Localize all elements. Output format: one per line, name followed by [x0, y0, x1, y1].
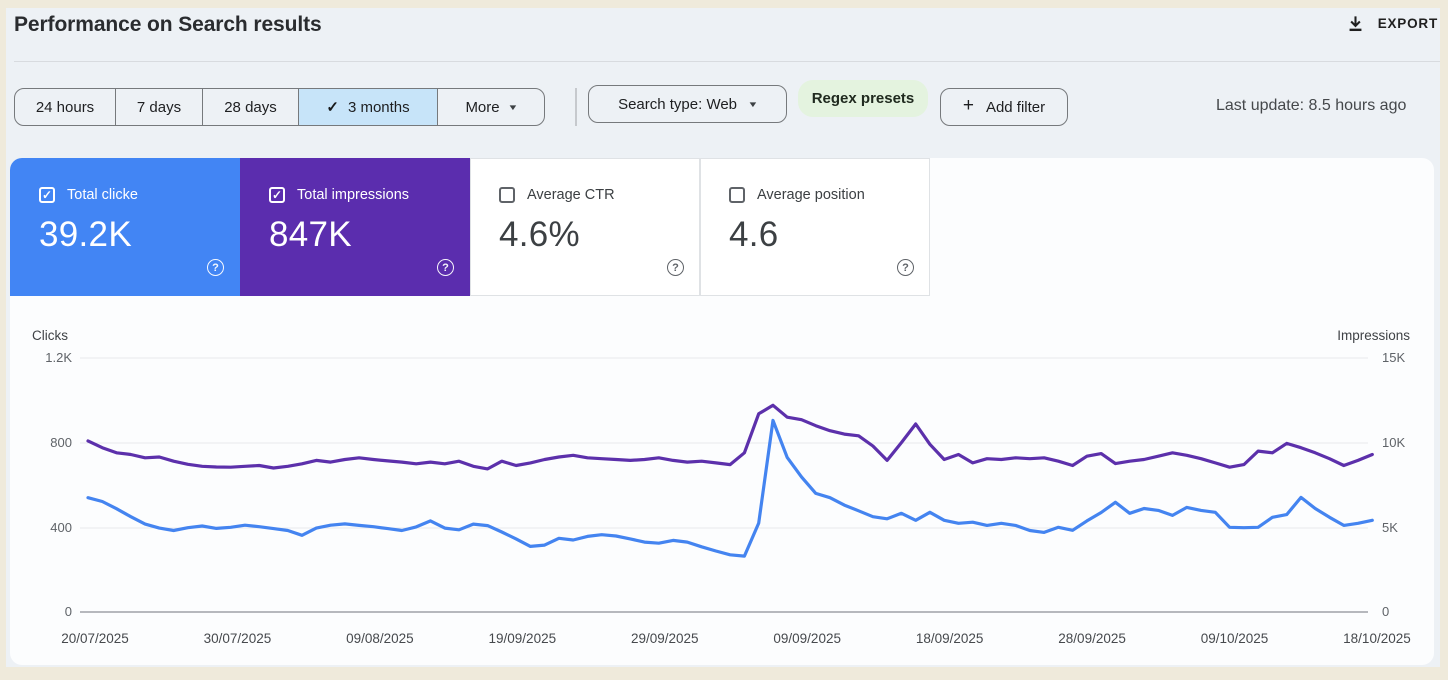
page-title: Performance on Search results [14, 13, 322, 36]
left-axis-tick: 0 [64, 604, 72, 619]
x-axis-tick: 30/07/2025 [203, 631, 272, 646]
regex-presets-label: Regex presets [811, 90, 915, 107]
download-icon [1346, 14, 1365, 33]
date-range-24-hours[interactable]: 24 hours [14, 88, 116, 126]
plus-icon: + [962, 95, 974, 116]
x-axis-tick: 28/09/2025 [1058, 631, 1126, 646]
left-axis-tick: 1.2K [45, 350, 72, 365]
right-axis-tick: 5K [1382, 520, 1398, 535]
chart-canvas[interactable] [10, 158, 1434, 665]
search-type-label: Search type: Web [618, 95, 738, 113]
filter-group-divider [575, 88, 577, 126]
performance-panel: ✓ Total clicke 39.2K? ✓ Total impressions 847… [10, 158, 1434, 665]
left-axis-tick: 800 [50, 435, 72, 450]
search-console-performance-page: { "header": { "title": "Performance on S… [0, 0, 1448, 680]
x-axis-tick: 18/09/2025 [915, 631, 984, 646]
date-range-group: 24 hours 7 days 28 days ✓ 3 months More ▼ [14, 88, 545, 126]
left-axis-tick: 400 [50, 520, 72, 535]
date-range-label: 3 months [347, 98, 410, 116]
chart-gridlines [80, 357, 1368, 613]
right-axis-tick: 10K [1382, 435, 1406, 450]
date-range-label: 28 days [224, 98, 277, 116]
add-filter-label: Add filter [985, 98, 1046, 116]
date-range-3-months[interactable]: ✓ 3 months [298, 88, 438, 126]
x-axis-tick: 19/09/2025 [488, 631, 557, 646]
search-type-dropdown[interactable]: Search type: Web ▼ [588, 85, 787, 123]
date-range-label: 24 hours [35, 98, 95, 116]
chevron-down-icon: ▼ [507, 102, 519, 112]
x-axis-tick: 29/09/2025 [630, 631, 699, 646]
export-label: EXPORT [1377, 16, 1438, 31]
right-axis-tick: 0 [1382, 604, 1390, 619]
x-axis-tick: 09/08/2025 [346, 631, 414, 646]
date-range-28-days[interactable]: 28 days [202, 88, 299, 126]
chevron-down-icon: ▼ [747, 99, 759, 109]
series-line-total-clicks [86, 418, 1374, 558]
regex-presets-button[interactable]: Regex presets [798, 80, 928, 117]
right-axis-tick: 15K [1382, 350, 1406, 365]
date-range-label: More [465, 98, 500, 116]
last-update-text: Last update: 8.5 hours ago [1216, 97, 1407, 114]
x-axis-tick: 09/10/2025 [1200, 631, 1269, 646]
export-button[interactable]: EXPORT [1346, 14, 1438, 33]
x-axis-tick: 09/09/2025 [773, 631, 841, 646]
x-axis-tick: 20/07/2025 [61, 631, 129, 646]
x-axis-tick: 18/10/2025 [1343, 631, 1411, 646]
date-range-more[interactable]: More ▼ [437, 88, 545, 126]
series-line-total-impressions [86, 403, 1374, 471]
date-range-7-days[interactable]: 7 days [115, 88, 203, 126]
checkmark-icon: ✓ [326, 99, 339, 116]
add-filter-button[interactable]: + Add filter [940, 88, 1068, 126]
header-divider [14, 61, 1440, 62]
date-range-label: 7 days [136, 98, 182, 116]
